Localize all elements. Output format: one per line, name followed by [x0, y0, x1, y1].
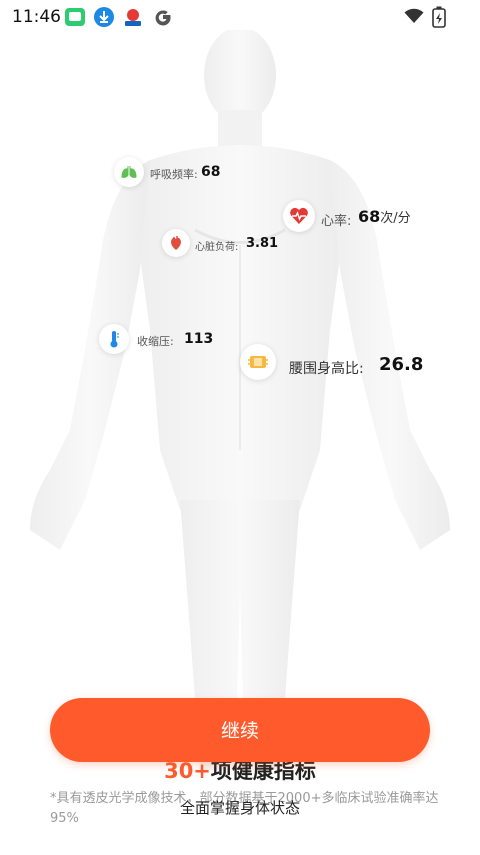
indicator-count: 30+: [164, 759, 211, 783]
indicator-title-text: 项健康指标: [210, 759, 316, 783]
heart-rate-icon: [283, 200, 315, 232]
wifi-icon: [404, 8, 424, 23]
waist-height-label: 腰围身高比:: [289, 361, 364, 377]
breathing-rate-label: 呼吸频率:: [150, 168, 198, 181]
battery-charging-icon: [432, 6, 446, 28]
lungs-icon: [114, 157, 144, 187]
heart-rate-number: 68: [358, 207, 381, 226]
app-notification-icon: [125, 9, 141, 26]
cardiac-load-value: 3.81: [246, 236, 279, 251]
download-icon: [94, 7, 114, 27]
thermometer-icon: [99, 324, 129, 354]
heart-organ-icon: [162, 229, 190, 257]
breathing-rate-value: 68: [201, 164, 221, 180]
continue-button[interactable]: 继续: [50, 698, 430, 762]
subtitle-text: 全面掌握身体状态: [179, 799, 300, 817]
status-bar: 11:46: [0, 0, 480, 34]
heart-rate-value: 68次/分: [358, 207, 411, 226]
systolic-value: 113: [184, 331, 214, 347]
chat-notification-icon: [65, 8, 85, 26]
heart-rate-unit: 次/分: [380, 211, 411, 226]
waist-icon: [240, 344, 276, 380]
google-icon: [155, 10, 171, 26]
status-time: 11:46: [12, 7, 61, 27]
cardiac-load-label: 心脏负荷:: [195, 242, 239, 253]
waist-height-value: 26.8: [379, 354, 424, 375]
body-figure: [30, 30, 450, 770]
heart-rate-label: 心率:: [321, 214, 352, 229]
systolic-label: 收缩压:: [137, 335, 174, 348]
